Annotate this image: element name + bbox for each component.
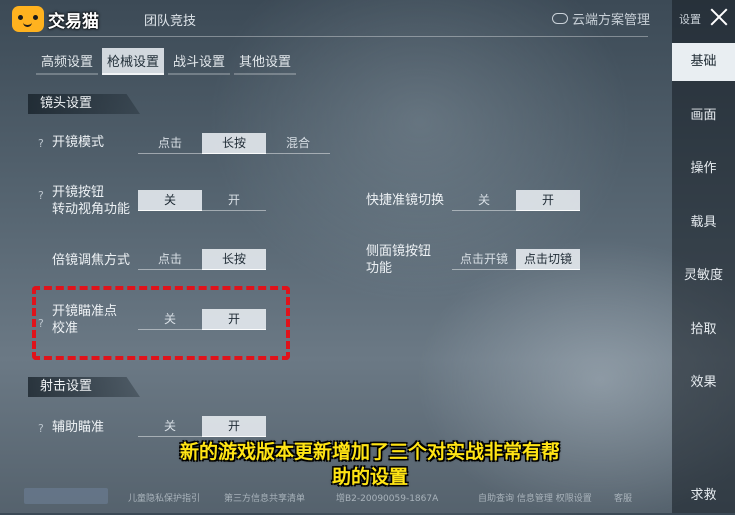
cloud-scheme-button[interactable]: 云端方案管理 <box>552 9 650 28</box>
subtab-firearm[interactable]: 枪械设置 <box>102 48 165 75</box>
video-caption-line1: 新的游戏版本更新增加了三个对实战非常有帮 <box>179 441 560 463</box>
help-icon[interactable]: ? <box>38 422 44 435</box>
sidebar-item-sensitivity[interactable]: 灵敏度 <box>672 257 735 295</box>
footer-child-privacy-link[interactable]: 儿童隐私保护指引 <box>128 491 200 504</box>
scope-button-rotate-toggle: 关 开 <box>138 190 266 211</box>
sidebar-item-vehicle[interactable]: 载具 <box>672 204 735 242</box>
scope-button-rotate-on[interactable]: 开 <box>202 190 266 211</box>
sidebar-item-basic[interactable]: 基础 <box>672 43 735 81</box>
aim-assist-off[interactable]: 关 <box>138 416 202 437</box>
footer-service-link[interactable]: 客服 <box>614 491 632 504</box>
zoom-focus-tap[interactable]: 点击 <box>138 249 202 270</box>
quick-scope-switch-label: 快捷准镜切换 <box>366 193 445 208</box>
cloud-scheme-label: 云端方案管理 <box>572 13 651 28</box>
side-scope-open-scope[interactable]: 点击开镜 <box>452 249 516 270</box>
top-divider <box>28 36 648 37</box>
zoom-focus-hold[interactable]: 长按 <box>202 249 266 270</box>
zoom-focus-label: 倍镜调焦方式 <box>52 253 131 268</box>
settings-subtabs: 高频设置 枪械设置 战斗设置 其他设置 <box>36 48 297 75</box>
scope-mode-label: 开镜模式 <box>52 135 105 150</box>
cat-logo-icon <box>12 6 44 32</box>
top-bar: 交易猫 团队竞技 云端方案管理 <box>0 0 672 36</box>
logo-text: 交易猫 <box>48 11 99 32</box>
scope-button-rotate-off[interactable]: 关 <box>138 190 202 211</box>
side-scope-button-label-line1: 侧面镜按钮 <box>366 244 432 259</box>
cloud-icon <box>552 13 568 24</box>
quick-scope-switch-off[interactable]: 关 <box>452 190 516 211</box>
scope-mode-hold[interactable]: 长按 <box>202 133 266 154</box>
sidebar-item-graphics[interactable]: 画面 <box>672 97 735 135</box>
scope-button-rotate-label-line2: 转动视角功能 <box>52 202 131 217</box>
scope-button-rotate-label-line1: 开镜按钮 <box>52 185 105 200</box>
help-icon[interactable]: ? <box>38 189 44 202</box>
red-dashed-highlight <box>32 286 290 360</box>
footer-help-links[interactable]: 自助查询 信息管理 权限设置 <box>478 491 592 504</box>
close-icon[interactable] <box>708 6 730 28</box>
subtab-high-frequency[interactable]: 高频设置 <box>36 48 99 75</box>
aim-assist-toggle: 关 开 <box>138 416 266 437</box>
logo: 交易猫 <box>12 6 99 32</box>
tab-team-competition[interactable]: 团队竞技 <box>144 10 196 29</box>
scope-mode-selector: 点击 长按 混合 <box>138 133 330 154</box>
subtab-other[interactable]: 其他设置 <box>234 48 297 75</box>
side-scope-button-label: 侧面镜按钮 功能 <box>366 243 431 277</box>
side-scope-switch-scope[interactable]: 点击切镜 <box>516 249 580 270</box>
side-scope-button-selector: 点击开镜 点击切镜 <box>452 249 580 270</box>
help-icon[interactable]: ? <box>38 137 44 150</box>
zoom-focus-selector: 点击 长按 <box>138 249 266 270</box>
scope-button-rotate-label: 开镜按钮 转动视角功能 <box>52 184 130 218</box>
sidebar-item-controls[interactable]: 操作 <box>672 150 735 188</box>
section-shooting-settings: 射击设置 <box>28 377 140 397</box>
sidebar-item-pickup[interactable]: 拾取 <box>672 311 735 349</box>
side-scope-button-label-line2: 功能 <box>366 261 393 276</box>
quick-scope-switch-toggle: 关 开 <box>452 190 580 211</box>
sidebar-title: 设置 <box>679 13 701 26</box>
scope-mode-tap[interactable]: 点击 <box>138 133 202 154</box>
subtab-combat[interactable]: 战斗设置 <box>168 48 231 75</box>
video-caption: 新的游戏版本更新增加了三个对实战非常有帮 助的设置 <box>60 440 680 490</box>
section-lens-settings: 镜头设置 <box>28 94 140 114</box>
footer-license-text: 增B2-20090059-1867A <box>336 494 439 504</box>
footer-third-party-link[interactable]: 第三方信息共享清单 <box>224 491 305 504</box>
sidebar-item-effects[interactable]: 效果 <box>672 364 735 402</box>
video-caption-line2: 助的设置 <box>331 466 408 488</box>
quick-scope-switch-on[interactable]: 开 <box>516 190 580 211</box>
aim-assist-on[interactable]: 开 <box>202 416 266 437</box>
aim-assist-label: 辅助瞄准 <box>52 420 105 435</box>
footer-button[interactable] <box>24 488 108 504</box>
scope-mode-mixed[interactable]: 混合 <box>266 133 330 154</box>
sidebar-item-sos[interactable]: 求救 <box>672 477 735 515</box>
